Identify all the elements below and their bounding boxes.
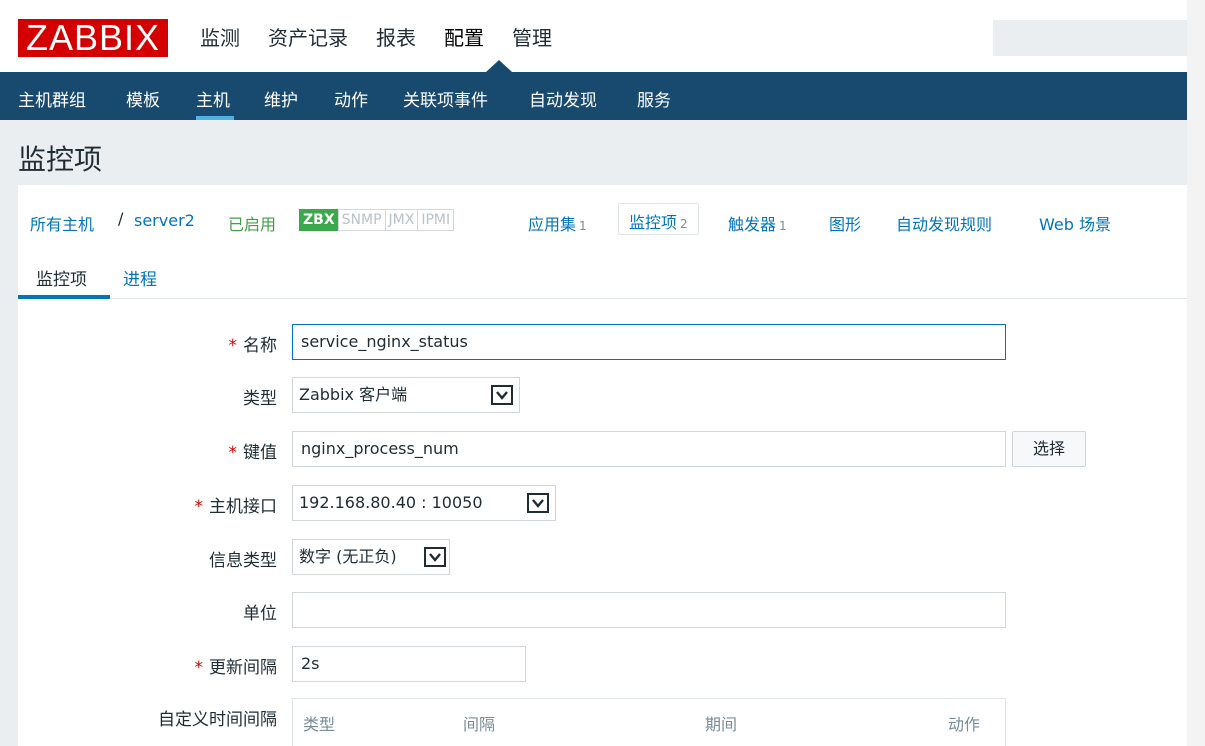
type-label: 类型 — [243, 389, 277, 409]
host-status[interactable]: 已启用 — [228, 211, 276, 235]
interval-label: * 更新间隔 — [194, 658, 278, 678]
interval-input[interactable]: 2s — [292, 646, 526, 682]
tab-discovery-rules[interactable]: 自动发现规则 — [896, 211, 992, 235]
sub-menu: 主机群组 模板 主机 维护 动作 关联项事件 自动发现 服务 — [0, 72, 1187, 120]
submenu-maintenance[interactable]: 维护 — [264, 86, 298, 111]
availability-badges: ZBX SNMP JMX IPMI — [299, 209, 455, 231]
col-type: 类型 — [303, 715, 336, 734]
interface-value: 192.168.80.40 : 10050 — [299, 493, 483, 512]
type-select[interactable]: Zabbix 客户端 — [292, 377, 520, 413]
active-tab-underline — [18, 295, 110, 299]
interface-select[interactable]: 192.168.80.40 : 10050 — [292, 485, 556, 521]
menu-reports[interactable]: 报表 — [376, 22, 416, 51]
chevron-down-icon[interactable] — [424, 547, 446, 567]
menu-monitoring[interactable]: 监测 — [200, 22, 240, 51]
col-action: 动作 — [948, 715, 981, 734]
breadcrumb-separator: / — [118, 209, 124, 228]
ipmi-badge: IPMI — [417, 209, 455, 231]
active-menu-caret — [486, 60, 512, 72]
chevron-down-icon[interactable] — [527, 493, 549, 513]
applications-label: 应用集 — [528, 215, 577, 234]
key-input[interactable]: nginx_process_num — [292, 431, 1006, 467]
host-navigation: 所有主机 / server2 已启用 ZBX SNMP JMX IPMI 应用集… — [18, 185, 1187, 251]
tab-graphs[interactable]: 图形 — [829, 211, 861, 235]
applications-count: 1 — [579, 219, 587, 233]
tab-applications[interactable]: 应用集 1 — [528, 211, 587, 235]
info-type-row: 信息类型 数字 (无正负) — [18, 539, 1187, 575]
tab-triggers[interactable]: 触发器 1 — [728, 211, 787, 235]
interface-row: * 主机接口 192.168.80.40 : 10050 — [18, 485, 1187, 521]
main-menu: 监测 资产记录 报表 配置 管理 — [200, 22, 580, 72]
submenu-host-groups[interactable]: 主机群组 — [18, 86, 86, 111]
submenu-templates[interactable]: 模板 — [126, 86, 160, 111]
type-value: Zabbix 客户端 — [299, 385, 408, 404]
interval-row: * 更新间隔 2s — [18, 646, 1187, 682]
zbx-badge: ZBX — [299, 209, 339, 231]
units-input[interactable] — [292, 592, 1006, 628]
jmx-badge: JMX — [384, 209, 419, 231]
tab-item[interactable]: 监控项 — [36, 265, 87, 290]
col-interval: 间隔 — [463, 715, 496, 734]
name-label: * 名称 — [228, 336, 278, 356]
submenu-actions[interactable]: 动作 — [334, 86, 368, 111]
custom-interval-label: 自定义时间间隔 — [158, 710, 277, 730]
units-label: 单位 — [243, 604, 277, 624]
menu-configuration[interactable]: 配置 — [444, 22, 484, 51]
interface-label: * 主机接口 — [194, 497, 278, 517]
items-count: 2 — [680, 217, 688, 231]
col-period: 期间 — [705, 715, 738, 734]
active-submenu-underline — [196, 116, 234, 120]
submenu-discovery[interactable]: 自动发现 — [529, 86, 597, 111]
type-row: 类型 Zabbix 客户端 — [18, 377, 1187, 413]
key-label: * 键值 — [228, 443, 278, 463]
custom-interval-table: 类型 间隔 期间 动作 — [292, 698, 1006, 746]
submenu-hosts[interactable]: 主机 — [196, 86, 230, 111]
info-type-select[interactable]: 数字 (无正负) — [292, 539, 450, 575]
menu-administration[interactable]: 管理 — [512, 22, 552, 51]
tab-items[interactable]: 监控项 2 — [618, 203, 699, 235]
breadcrumb-all-hosts[interactable]: 所有主机 — [30, 211, 94, 235]
key-row: * 键值 nginx_process_num 选择 — [18, 431, 1187, 467]
snmp-badge: SNMP — [337, 209, 386, 231]
triggers-count: 1 — [779, 219, 787, 233]
item-form: 监控项 进程 * 名称 service_nginx_status 类型 Zabbi… — [18, 251, 1187, 746]
menu-inventory[interactable]: 资产记录 — [268, 22, 348, 51]
chevron-down-icon[interactable] — [491, 385, 513, 405]
info-type-label: 信息类型 — [209, 551, 277, 571]
units-row: 单位 — [18, 592, 1187, 628]
page-scroll-gutter — [1187, 0, 1205, 746]
items-label: 监控项 — [629, 213, 678, 232]
tab-web-scenarios[interactable]: Web 场景 — [1039, 211, 1111, 235]
name-input[interactable]: service_nginx_status — [292, 324, 1006, 360]
page-title: 监控项 — [18, 143, 103, 176]
submenu-services[interactable]: 服务 — [637, 86, 671, 111]
top-header: ZABBIX 监测 资产记录 报表 配置 管理 — [0, 0, 1187, 72]
name-row: * 名称 service_nginx_status — [18, 324, 1187, 360]
zabbix-logo[interactable]: ZABBIX — [18, 19, 168, 57]
breadcrumb-host[interactable]: server2 — [134, 211, 195, 230]
select-key-button[interactable]: 选择 — [1012, 431, 1086, 467]
search-input[interactable] — [993, 20, 1187, 56]
tab-process[interactable]: 进程 — [123, 265, 157, 290]
info-type-value: 数字 (无正负) — [299, 547, 397, 566]
form-tabs: 监控项 进程 — [18, 251, 1187, 299]
submenu-correlation[interactable]: 关联项事件 — [403, 86, 488, 111]
triggers-label: 触发器 — [728, 215, 777, 234]
